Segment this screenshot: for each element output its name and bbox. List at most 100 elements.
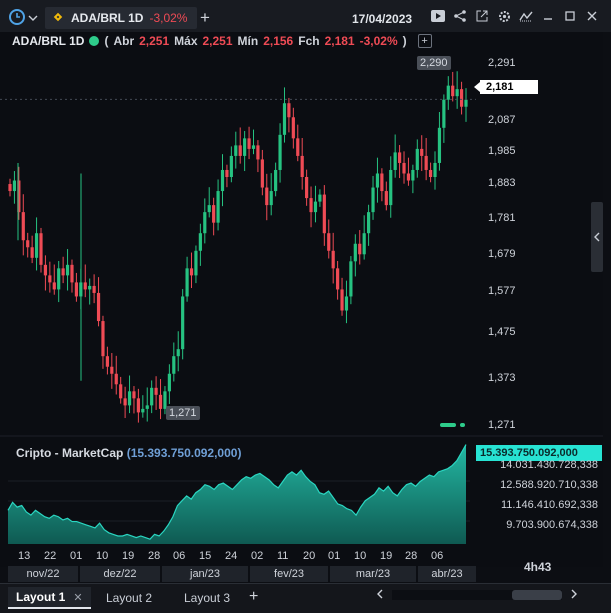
- horizontal-scrollbar[interactable]: [376, 588, 578, 602]
- candle-body: [26, 240, 30, 248]
- candle-body: [362, 233, 366, 255]
- candle-body: [265, 187, 269, 206]
- candle-body: [389, 169, 393, 206]
- price-tick: 1,883: [488, 177, 516, 189]
- day-tick: 06: [173, 550, 186, 562]
- legend-paren-close: ): [402, 34, 407, 48]
- candle-body: [158, 394, 163, 409]
- candle-body: [437, 127, 442, 163]
- price-tick: 2,087: [488, 114, 516, 126]
- day-tick: 13: [18, 550, 31, 562]
- layout-tab-label: Layout 2: [106, 591, 153, 605]
- layout-bar: Layout 1 ✕ Layout 2 Layout 3 +: [0, 583, 611, 613]
- chevron-right-icon[interactable]: [570, 588, 578, 602]
- candle-body: [358, 243, 362, 255]
- layout-tab-label: Layout 1: [16, 590, 66, 604]
- legend-paren-open: (: [104, 34, 109, 48]
- candle-body: [397, 152, 402, 163]
- day-tick: 28: [405, 550, 418, 562]
- candle-body: [114, 373, 118, 385]
- price-legend: ADA/BRL 1D ( Abr 2,251 Máx 2,251 Mín 2,1…: [12, 34, 432, 48]
- candle-body: [256, 145, 260, 160]
- top-bar: ADA/BRL 1D -3,02% + 17/04/2023: [0, 0, 611, 32]
- marketcap-legend: Cripto - MarketCap (15.393.750.092,000): [16, 446, 241, 460]
- maximize-icon[interactable]: [563, 9, 577, 23]
- add-indicator-button[interactable]: +: [417, 34, 432, 48]
- candle-body: [384, 191, 388, 206]
- day-tick: 28: [148, 550, 161, 562]
- day-tick: 22: [44, 550, 57, 562]
- candle-body: [92, 285, 96, 293]
- price-tick: 1,781: [488, 212, 516, 224]
- symbol-tab[interactable]: ADA/BRL 1D -3,02%: [45, 7, 197, 29]
- layout-tab-3[interactable]: Layout 3: [176, 587, 238, 609]
- candle-body: [189, 268, 194, 276]
- legend-change: -3,02%: [359, 34, 398, 48]
- chevron-down-icon[interactable]: [28, 12, 38, 26]
- month-tick: dez/22: [80, 566, 160, 582]
- candle-body: [247, 138, 251, 149]
- candle-body: [269, 191, 273, 206]
- candle-body: [375, 173, 380, 188]
- trend-icon[interactable]: [519, 9, 533, 23]
- price-tick: 1,679: [488, 248, 516, 260]
- candle-body: [34, 233, 39, 258]
- close-layout-icon[interactable]: ✕: [73, 591, 82, 604]
- external-icon[interactable]: [475, 9, 489, 23]
- clock-menu[interactable]: [8, 8, 38, 29]
- marketcap-paren-close: ): [237, 446, 242, 460]
- chevron-left-icon[interactable]: [376, 588, 384, 602]
- candle-body: [172, 356, 176, 374]
- close-icon[interactable]: [585, 9, 599, 23]
- clock-icon[interactable]: [8, 8, 26, 29]
- play-icon[interactable]: [431, 9, 445, 23]
- candle-body: [57, 268, 61, 290]
- month-tick: mar/23: [330, 566, 416, 582]
- candle-body: [327, 233, 331, 251]
- candle-body: [12, 180, 17, 192]
- binance-icon: [51, 10, 65, 27]
- candle-body: [154, 387, 158, 395]
- candle-body: [340, 289, 344, 311]
- legend-close-value: 2,181: [324, 34, 355, 48]
- candle-body: [198, 233, 202, 251]
- candle-body: [234, 145, 238, 156]
- settings-icon[interactable]: [497, 9, 511, 23]
- candle-body: [344, 296, 349, 311]
- candle-body: [30, 247, 34, 258]
- candle-body: [287, 103, 291, 118]
- candle-body: [278, 134, 282, 170]
- candle-body: [446, 85, 450, 100]
- candle-body: [305, 177, 309, 199]
- chevron-left-icon: [594, 232, 600, 242]
- layout-tab-2[interactable]: Layout 2: [98, 587, 160, 609]
- candle-body: [176, 349, 180, 357]
- layout-tab-1[interactable]: Layout 1 ✕: [8, 587, 91, 609]
- candle-body: [119, 384, 123, 399]
- candle-body: [101, 321, 105, 357]
- candle-body: [455, 89, 459, 97]
- candle-body: [291, 117, 295, 139]
- tab-change: -3,02%: [149, 11, 188, 25]
- candle-body: [353, 243, 357, 262]
- candle-body: [380, 173, 384, 192]
- candle-body: [216, 191, 220, 223]
- minimize-icon[interactable]: [541, 9, 555, 23]
- day-tick: 01: [328, 550, 341, 562]
- candle-body: [296, 138, 300, 156]
- legend-close-label: Fch: [298, 34, 320, 48]
- expand-panel-handle[interactable]: [591, 202, 603, 272]
- candle-body: [181, 296, 185, 350]
- day-tick: 06: [431, 550, 444, 562]
- price-tick: 1,985: [488, 145, 516, 157]
- add-tab-button[interactable]: +: [200, 8, 210, 28]
- candle-body: [136, 398, 140, 413]
- legend-symbol: ADA/BRL 1D: [12, 34, 85, 48]
- candle-body: [145, 405, 149, 409]
- candle-body: [331, 250, 335, 269]
- scrollbar-thumb[interactable]: [512, 590, 562, 600]
- add-layout-button[interactable]: +: [249, 588, 258, 606]
- scrollbar-track[interactable]: [392, 590, 562, 600]
- share-icon[interactable]: [453, 9, 467, 23]
- candle-body: [402, 162, 406, 174]
